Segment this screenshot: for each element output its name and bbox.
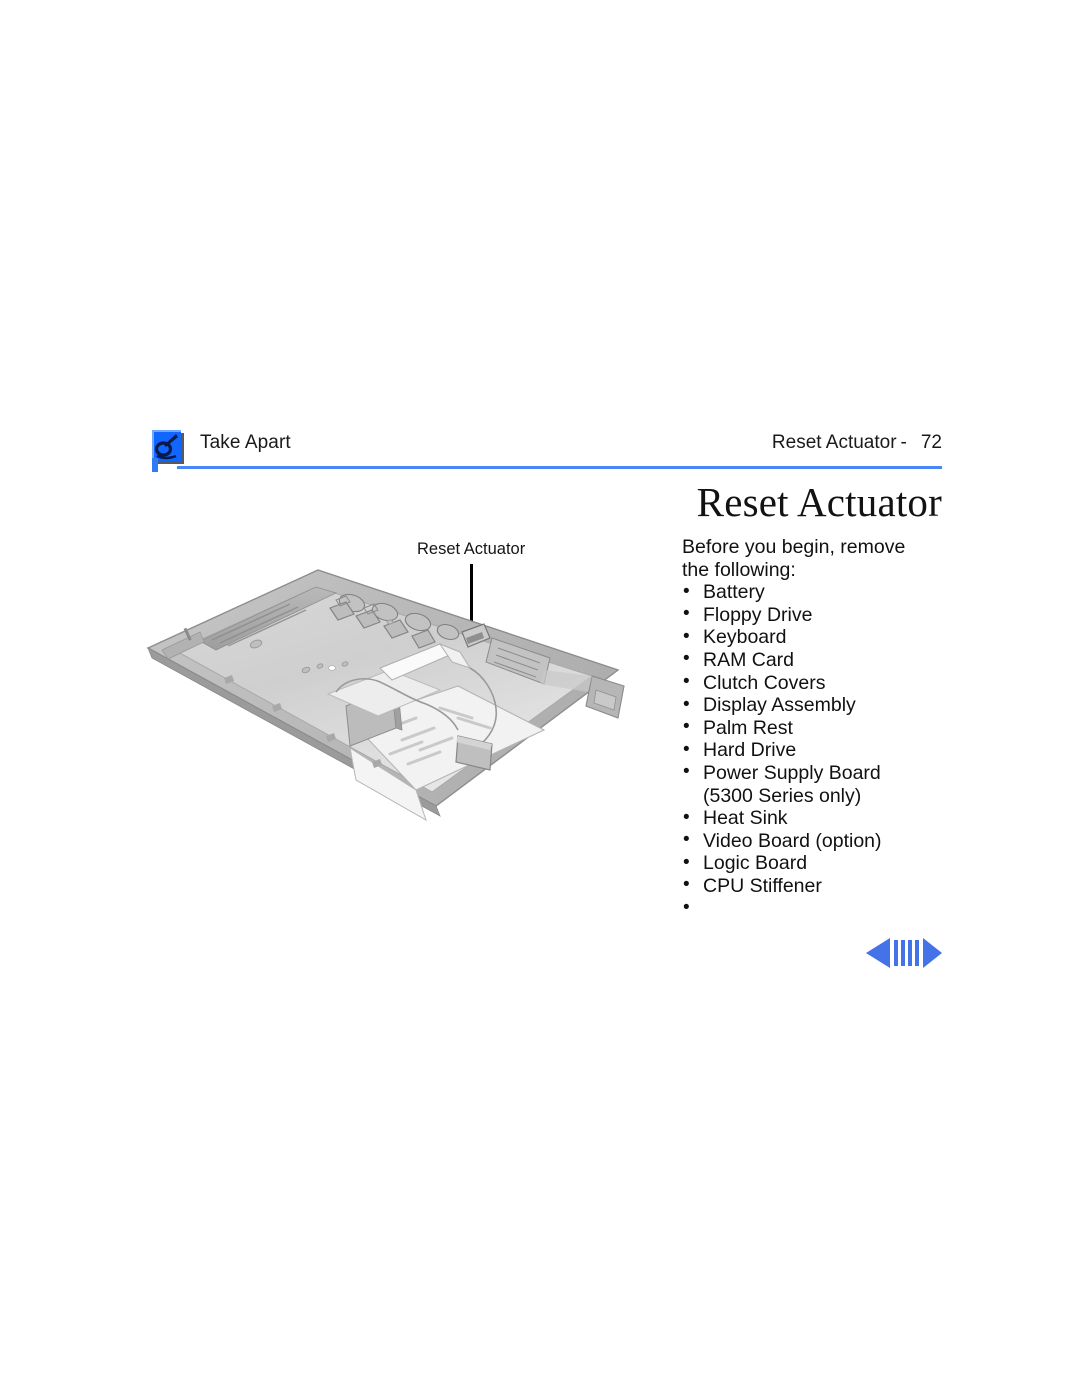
figure-callout-label: Reset Actuator	[417, 540, 526, 558]
nav-bar-2[interactable]	[901, 940, 905, 966]
prerequisite-item: Logic Board	[682, 852, 952, 875]
previous-page-arrow-icon[interactable]	[866, 938, 890, 968]
prerequisite-item: (5300 Series only)	[703, 784, 862, 807]
prerequisite-item: Power Supply Board	[682, 761, 952, 785]
header-rule	[177, 466, 942, 469]
header-topic: Reset Actuator	[771, 432, 897, 453]
prerequisite-item: Clutch Covers	[682, 671, 952, 695]
page-title: Reset Actuator	[696, 479, 942, 525]
prerequisite-item: Heat Sink	[682, 807, 952, 830]
before-you-begin-section: Before you begin, remove the following: …	[682, 536, 952, 920]
header-separator: -	[900, 432, 907, 453]
tool-glyph	[154, 434, 178, 460]
prerequisite-item: RAM Card	[682, 648, 952, 672]
prerequisite-item: Palm Rest	[682, 716, 952, 740]
nav-bar-3[interactable]	[908, 940, 912, 966]
prerequisite-item: Display Assembly	[682, 694, 952, 717]
manual-page: Take Apart Reset Actuator -72 Reset Actua…	[0, 0, 1080, 1397]
prerequisite-item: Video Board (option)	[682, 829, 952, 853]
intro-paragraph: Before you begin, remove the following:	[682, 536, 952, 581]
prerequisite-item: Hard Drive	[682, 739, 952, 762]
nav-bar-4[interactable]	[915, 940, 919, 966]
page-navigation-arrows[interactable]	[866, 936, 942, 970]
prerequisite-item: Floppy Drive	[682, 603, 952, 627]
bottom-case-illustration	[140, 558, 670, 858]
prerequisite-item: CPU Stiffener	[682, 874, 952, 898]
header-page-number: 72	[920, 432, 942, 453]
header-rule-cap	[152, 458, 158, 472]
removal-prerequisite-list: BatteryFloppy DriveKeyboardRAM CardClutc…	[682, 581, 952, 920]
reset-actuator-figure: Reset Actuator	[140, 536, 670, 866]
page-header: Take Apart Reset Actuator -72	[152, 428, 942, 472]
prerequisite-item: Keyboard	[682, 626, 952, 649]
prerequisite-item	[682, 897, 952, 921]
next-page-arrow-icon[interactable]	[923, 938, 942, 968]
nav-bar-1[interactable]	[894, 940, 898, 966]
header-topic-and-page: Reset Actuator -72	[772, 432, 942, 454]
intro-line-2: the following:	[682, 558, 796, 581]
header-section-label: Take Apart	[200, 432, 291, 453]
prerequisite-item: Battery	[682, 581, 952, 604]
intro-line-1: Before you begin, remove	[682, 536, 906, 558]
